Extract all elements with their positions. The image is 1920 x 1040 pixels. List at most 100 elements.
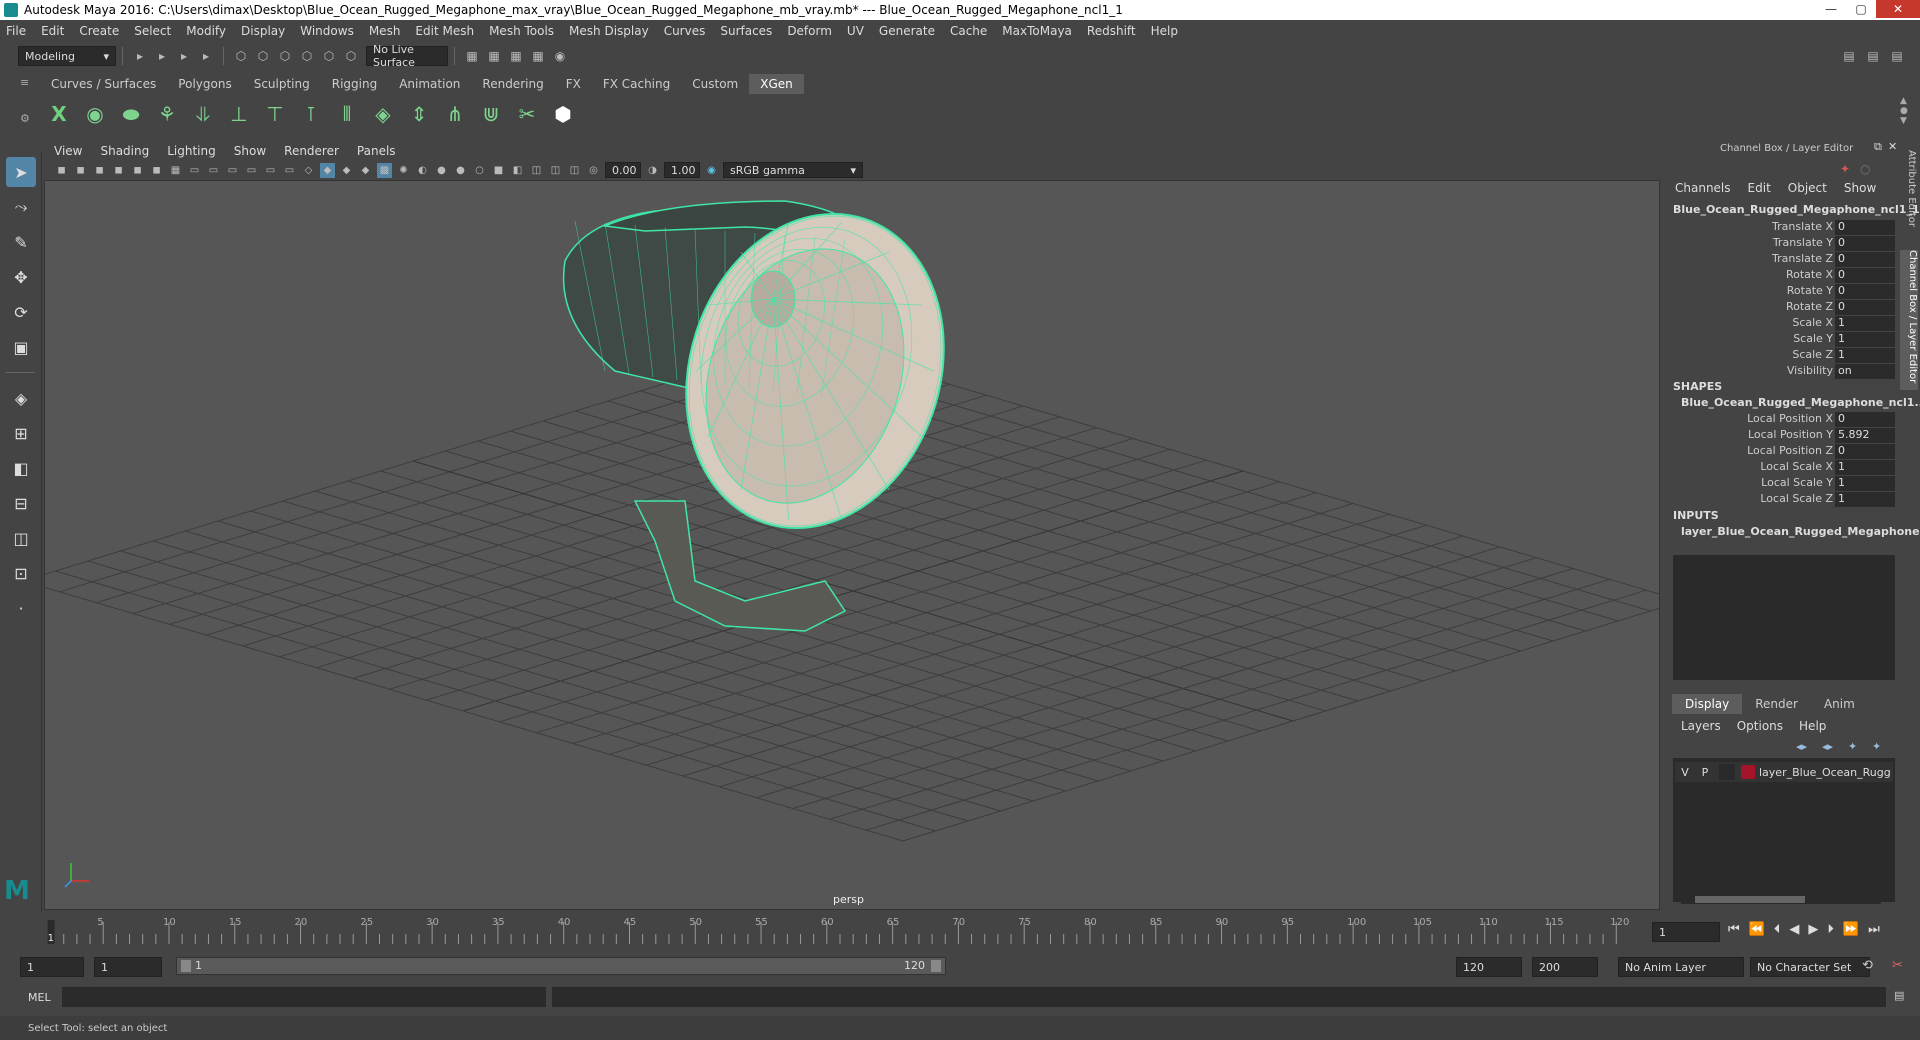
shelf-tab-curves-surfaces[interactable]: Curves / Surfaces bbox=[40, 74, 168, 94]
step-forward-frame-icon[interactable]: ⏵ bbox=[1827, 922, 1834, 937]
playback-end-field[interactable]: 120 bbox=[1456, 957, 1522, 977]
menu-windows[interactable]: Windows bbox=[300, 24, 354, 38]
single-perspective-layout-icon[interactable]: ◈ bbox=[6, 383, 36, 413]
command-input[interactable] bbox=[62, 987, 546, 1007]
grid-toggle-icon[interactable]: ▦ bbox=[168, 163, 183, 178]
channel-menu-channels[interactable]: Channels bbox=[1675, 181, 1731, 195]
channel-value[interactable]: 1 bbox=[1835, 460, 1895, 475]
time-slider-ticks[interactable]: 5 10 15 20 25 30 35 40 45 50 55 60 65 70 75 80 85 90 95 100… bbox=[44, 916, 1636, 946]
channel-row[interactable]: Scale Z1 bbox=[1670, 348, 1895, 364]
menu-cache[interactable]: Cache bbox=[950, 24, 987, 38]
float-panel-icon[interactable]: ⧉ bbox=[1874, 140, 1882, 154]
close-button[interactable]: ✕ bbox=[1876, 0, 1920, 18]
menu-mesh-display[interactable]: Mesh Display bbox=[569, 24, 649, 38]
channel-row[interactable]: Local Scale Z1 bbox=[1670, 492, 1895, 508]
channel-row[interactable]: Rotate Z0 bbox=[1670, 300, 1895, 316]
channel-box-toggle-icon[interactable]: ▤ bbox=[1888, 47, 1906, 65]
channel-value[interactable]: 0 bbox=[1835, 300, 1895, 315]
workspace-icon[interactable]: ▤ bbox=[1840, 47, 1858, 65]
channel-value[interactable]: 1 bbox=[1835, 332, 1895, 347]
shelf-tab-fx-caching[interactable]: FX Caching bbox=[591, 74, 682, 94]
render-frame-icon[interactable]: ▦ bbox=[463, 47, 481, 65]
create-description-icon[interactable]: ◉ bbox=[80, 99, 110, 129]
shelf-settings-icon[interactable]: ⚙ bbox=[20, 112, 34, 126]
cut-guides-icon[interactable]: ✂ bbox=[512, 99, 542, 129]
xray-components-icon[interactable]: ◫ bbox=[567, 163, 582, 178]
select-component-icon[interactable]: ⬡ bbox=[276, 47, 294, 65]
guide-length-icon[interactable]: ⊥ bbox=[224, 99, 254, 129]
smooth-shade-icon[interactable]: ◆ bbox=[320, 162, 335, 178]
panel-menu-panels[interactable]: Panels bbox=[357, 144, 396, 158]
sculpt-guide-icon[interactable]: ⊤ bbox=[260, 99, 290, 129]
channel-box-lock-icon[interactable]: ○ bbox=[1860, 162, 1870, 176]
bookmarks-icon[interactable]: ◼ bbox=[92, 163, 107, 178]
groom-guides-icon[interactable]: ⋓ bbox=[476, 99, 506, 129]
film-gate-icon[interactable]: ▭ bbox=[187, 163, 202, 178]
xray-joints-icon[interactable]: ◫ bbox=[548, 163, 563, 178]
menu-mesh[interactable]: Mesh bbox=[369, 24, 401, 38]
channel-value[interactable]: 0 bbox=[1835, 444, 1895, 459]
new-layer-selected-icon[interactable]: ✦ bbox=[1872, 740, 1881, 753]
menu-deform[interactable]: Deform bbox=[787, 24, 832, 38]
shape-name[interactable]: Blue_Ocean_Rugged_Megaphone_ncl1... bbox=[1681, 396, 1920, 409]
snap-point-icon[interactable]: ⬡ bbox=[342, 47, 360, 65]
open-scene-icon[interactable]: ▸ bbox=[131, 47, 149, 65]
persp-outliner-layout-icon[interactable]: ◧ bbox=[6, 453, 36, 483]
channel-value[interactable]: 0 bbox=[1835, 220, 1895, 235]
resolution-gate-icon[interactable]: ▭ bbox=[206, 163, 221, 178]
default-material-icon[interactable]: ◆ bbox=[339, 163, 354, 178]
gate-mask-icon[interactable]: ▭ bbox=[225, 163, 240, 178]
channel-value[interactable]: 0 bbox=[1835, 268, 1895, 283]
character-set-dropdown[interactable]: No Character Set bbox=[1750, 957, 1870, 977]
playback-start-field[interactable]: 1 bbox=[94, 957, 162, 977]
multisample-aa-icon[interactable]: ○ bbox=[472, 163, 487, 178]
modeling-toolkit-icon[interactable]: ▤ bbox=[1864, 47, 1882, 65]
select-hierarchy-icon[interactable]: ⬡ bbox=[232, 47, 250, 65]
layer-menu-layers[interactable]: Layers bbox=[1681, 719, 1721, 733]
current-frame-field[interactable]: 1 bbox=[1652, 922, 1720, 942]
channel-row[interactable]: Rotate Y0 bbox=[1670, 284, 1895, 300]
render-settings-icon[interactable]: ▦ bbox=[507, 47, 525, 65]
channel-value[interactable]: 1 bbox=[1835, 316, 1895, 331]
menu-select[interactable]: Select bbox=[134, 24, 171, 38]
xray-icon[interactable]: ◫ bbox=[529, 163, 544, 178]
channel-row[interactable]: Translate Z0 bbox=[1670, 252, 1895, 268]
animation-prefs-icon[interactable]: ✂ bbox=[1892, 958, 1903, 973]
channel-value[interactable]: 0 bbox=[1835, 284, 1895, 299]
layer-row[interactable]: V P layer_Blue_Ocean_Rugg bbox=[1675, 762, 1893, 782]
textured-icon[interactable]: ▩ bbox=[377, 162, 392, 178]
layer-guides-icon[interactable]: ◈ bbox=[368, 99, 398, 129]
move-layer-down-icon[interactable]: ◂▸ bbox=[1822, 740, 1833, 753]
channel-row[interactable]: Local Position X0 bbox=[1670, 412, 1895, 428]
isolate-select-icon[interactable]: ◧ bbox=[510, 163, 525, 178]
more-layouts-icon[interactable]: · bbox=[6, 593, 36, 623]
layer-menu-options[interactable]: Options bbox=[1737, 719, 1783, 733]
redo-icon[interactable]: ▸ bbox=[197, 47, 215, 65]
shelf-tab-custom[interactable]: Custom bbox=[681, 74, 750, 94]
select-tool-icon[interactable]: ➤ bbox=[6, 157, 36, 187]
gamma-icon[interactable]: ◑ bbox=[645, 163, 660, 178]
play-forward-icon[interactable]: ▶ bbox=[1808, 922, 1818, 937]
channel-box-tab[interactable]: Channel Box / Layer Editor bbox=[1900, 250, 1918, 390]
shelf-tab-fx[interactable]: FX bbox=[554, 74, 592, 94]
view-transform-dropdown[interactable]: sRGB gamma ▾ bbox=[723, 162, 863, 178]
safe-title-icon[interactable]: ▭ bbox=[282, 163, 297, 178]
xgen-preview-icon[interactable]: ⬢ bbox=[548, 99, 578, 129]
channel-value[interactable]: 0 bbox=[1835, 236, 1895, 251]
shelf-tab-polygons[interactable]: Polygons bbox=[167, 74, 243, 94]
shelf-tab-xgen[interactable]: XGen bbox=[749, 74, 804, 94]
menu-curves[interactable]: Curves bbox=[664, 24, 706, 38]
hypershade-icon[interactable]: ▦ bbox=[529, 47, 547, 65]
channel-value[interactable]: 0 bbox=[1835, 412, 1895, 427]
guide-cvs-icon[interactable]: ⫴ bbox=[332, 99, 362, 129]
channel-menu-show[interactable]: Show bbox=[1844, 181, 1876, 195]
xgen-editor-icon[interactable]: X bbox=[44, 99, 74, 129]
depth-of-field-icon[interactable]: ■ bbox=[491, 163, 506, 178]
step-back-key-icon[interactable]: ⏪ bbox=[1749, 922, 1765, 937]
place-guides-icon[interactable]: ⚘ bbox=[152, 99, 182, 129]
use-all-lights-icon[interactable]: ✺ bbox=[396, 163, 411, 178]
menu-file[interactable]: File bbox=[6, 24, 26, 38]
field-chart-icon[interactable]: ▭ bbox=[244, 163, 259, 178]
comb-guides-icon[interactable]: ⋔ bbox=[440, 99, 470, 129]
layer-visibility-toggle[interactable]: V bbox=[1675, 766, 1695, 779]
